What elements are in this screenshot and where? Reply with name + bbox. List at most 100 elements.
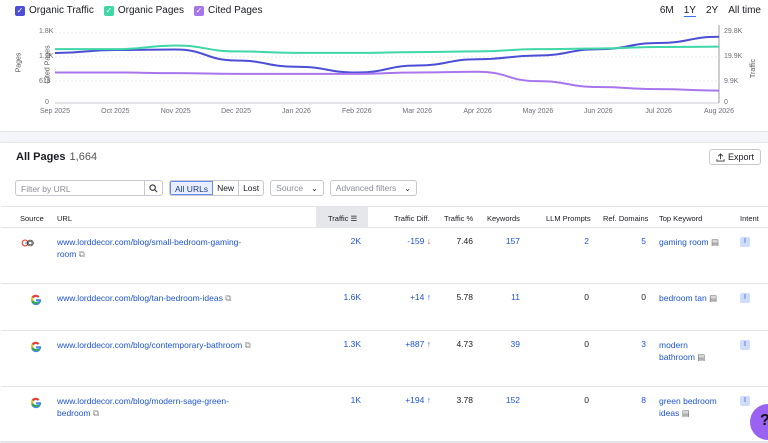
serp-icon: ▤: [709, 293, 718, 303]
search-button[interactable]: [145, 180, 163, 196]
x-tick-label: Feb 2026: [342, 108, 372, 115]
x-tick-label: Sep 2025: [40, 108, 70, 115]
col-url[interactable]: URL: [57, 214, 72, 223]
ref-domains-count[interactable]: 8: [641, 395, 646, 405]
keywords-count[interactable]: 11: [511, 292, 520, 302]
ref-domains-count[interactable]: 5: [641, 236, 646, 246]
x-tick-label: Dec 2025: [221, 108, 251, 115]
x-tick-label: Oct 2025: [101, 108, 130, 115]
search-icon: [149, 183, 158, 192]
col-source[interactable]: Source: [20, 214, 44, 223]
table-row[interactable]: www.lorddecor.com/blog/modern-sage-green…: [1, 387, 768, 443]
intent-badge[interactable]: I: [740, 237, 750, 247]
left-axis-label-pages: Pages: [15, 52, 23, 73]
table-row[interactable]: www.lorddecor.com/blog/tan-bedroom-ideas…: [1, 284, 768, 331]
right-axis-label: Traffic: [750, 58, 758, 79]
x-tick-label: May 2026: [523, 108, 554, 115]
external-link-icon[interactable]: ⧉: [225, 293, 231, 303]
right-tick: 19.9K: [724, 53, 743, 60]
export-button[interactable]: Export: [708, 149, 761, 165]
ref-domains-count[interactable]: 3: [641, 339, 646, 349]
traffic-pct: 3.78: [456, 395, 473, 405]
keywords-count[interactable]: 152: [506, 395, 520, 405]
top-keyword[interactable]: green bedroom ideas ▤: [659, 395, 721, 419]
line-chart: Sep 2025 Oct 2025 Nov 2025 Dec 2025 Jan 2026…: [40, 25, 734, 115]
top-keyword[interactable]: bedroom tan ▤: [659, 292, 721, 304]
col-llm-prompts[interactable]: LLM Prompts: [546, 214, 591, 223]
top-keyword[interactable]: modern bathroom ▤: [659, 339, 721, 363]
external-link-icon[interactable]: ⧉: [93, 408, 99, 418]
arrow-up-icon: ↑: [424, 292, 431, 302]
intent-badge[interactable]: I: [740, 396, 750, 406]
export-icon: [716, 152, 725, 162]
url-filter-input[interactable]: Filter by URL: [15, 180, 145, 196]
llm-prompts-count[interactable]: 0: [584, 339, 589, 349]
intent-badge[interactable]: I: [740, 293, 750, 303]
llm-prompts-count[interactable]: 0: [584, 395, 589, 405]
chevron-down-icon: ⌄: [311, 183, 318, 193]
x-tick-label: Aug 2026: [704, 108, 734, 115]
google-icon: [31, 397, 42, 409]
segment-lost[interactable]: Lost: [239, 181, 263, 195]
page-url-link[interactable]: www.lorddecor.com/blog/contemporary-bath…: [57, 339, 257, 351]
page-url-link[interactable]: www.lorddecor.com/blog/tan-bedroom-ideas…: [57, 292, 257, 304]
col-traffic[interactable]: Traffic ☰: [328, 214, 357, 223]
segment-new[interactable]: New: [213, 181, 240, 195]
col-ref-domains[interactable]: Ref. Domains: [603, 214, 648, 223]
traffic-value[interactable]: 1.6K: [344, 292, 362, 302]
page-url-link[interactable]: www.lorddecor.com/blog/modern-sage-green…: [57, 395, 257, 419]
external-link-icon[interactable]: ⧉: [79, 249, 85, 259]
traffic-value[interactable]: 1.3K: [344, 339, 362, 349]
arrow-up-icon: ↑: [424, 395, 431, 405]
col-top-keyword[interactable]: Top Keyword: [659, 214, 702, 223]
traffic-diff: +887 ↑: [405, 339, 431, 349]
segment-all-urls[interactable]: All URLs: [170, 181, 214, 195]
ref-domains-count[interactable]: 0: [641, 292, 646, 302]
google-icon: [31, 294, 42, 306]
serp-icon: ▤: [697, 352, 706, 362]
series-line-organic-traffic: [54, 35, 720, 74]
x-tick-label: Jun 2026: [584, 108, 613, 115]
page-count: 1,664: [69, 151, 98, 163]
col-intent[interactable]: Intent: [740, 214, 759, 223]
top-keyword[interactable]: gaming room ▤: [659, 236, 721, 248]
page-url-link[interactable]: www.lorddecor.com/blog/small-bedroom-gam…: [57, 236, 257, 260]
x-tick-label: Jan 2026: [282, 108, 311, 115]
keywords-count[interactable]: 157: [506, 236, 520, 246]
pages-table-card: All Pages 1,664 Export Filter by URL All …: [0, 142, 768, 443]
col-keywords[interactable]: Keywords: [487, 214, 520, 223]
x-tick-label: Mar 2026: [402, 108, 432, 115]
traffic-diff-value: +14: [409, 292, 425, 302]
left-tick: 1.8K: [39, 28, 54, 35]
col-traffic-diff[interactable]: Traffic Diff.: [394, 214, 430, 223]
table-row[interactable]: www.lorddecor.com/blog/small-bedroom-gam…: [1, 228, 768, 284]
sort-icon: ☰: [350, 214, 358, 223]
page-url: www.lorddecor.com/blog/contemporary-bath…: [57, 340, 243, 350]
source-dropdown[interactable]: Source ⌄: [270, 180, 324, 196]
left-tick: 1.2K: [39, 53, 54, 60]
col-traffic-label: Traffic: [328, 214, 349, 223]
external-link-icon[interactable]: ⧉: [245, 340, 251, 350]
traffic-value[interactable]: 1K: [351, 395, 361, 405]
chevron-down-icon: ⌄: [404, 183, 411, 193]
google-icon: [31, 341, 42, 353]
keywords-count[interactable]: 39: [511, 339, 520, 349]
intent-badge[interactable]: I: [740, 340, 750, 350]
right-tick: 0: [724, 99, 728, 106]
advanced-filters-dropdown[interactable]: Advanced filters ⌄: [329, 180, 417, 196]
llm-prompts-count[interactable]: 0: [584, 292, 589, 302]
traffic-diff-value: -159: [407, 236, 425, 246]
traffic-diff-value: +887: [405, 339, 425, 349]
traffic-pct: 7.46: [456, 236, 473, 246]
table-row[interactable]: www.lorddecor.com/blog/contemporary-bath…: [1, 331, 768, 387]
traffic-diff: +194 ↑: [405, 395, 431, 405]
traffic-diff-value: +194: [405, 395, 425, 405]
traffic-value[interactable]: 2K: [351, 236, 361, 246]
arrow-up-icon: ↑: [424, 339, 431, 349]
col-traffic-pct[interactable]: Traffic %: [444, 214, 473, 223]
x-tick-label: Nov 2025: [161, 108, 191, 115]
llm-prompts-count[interactable]: 2: [584, 236, 589, 246]
url-segment-toggle: All URLs New Lost: [169, 180, 265, 196]
top-keyword-text: modern bathroom: [659, 340, 695, 362]
traffic-pct: 5.78: [456, 292, 473, 302]
